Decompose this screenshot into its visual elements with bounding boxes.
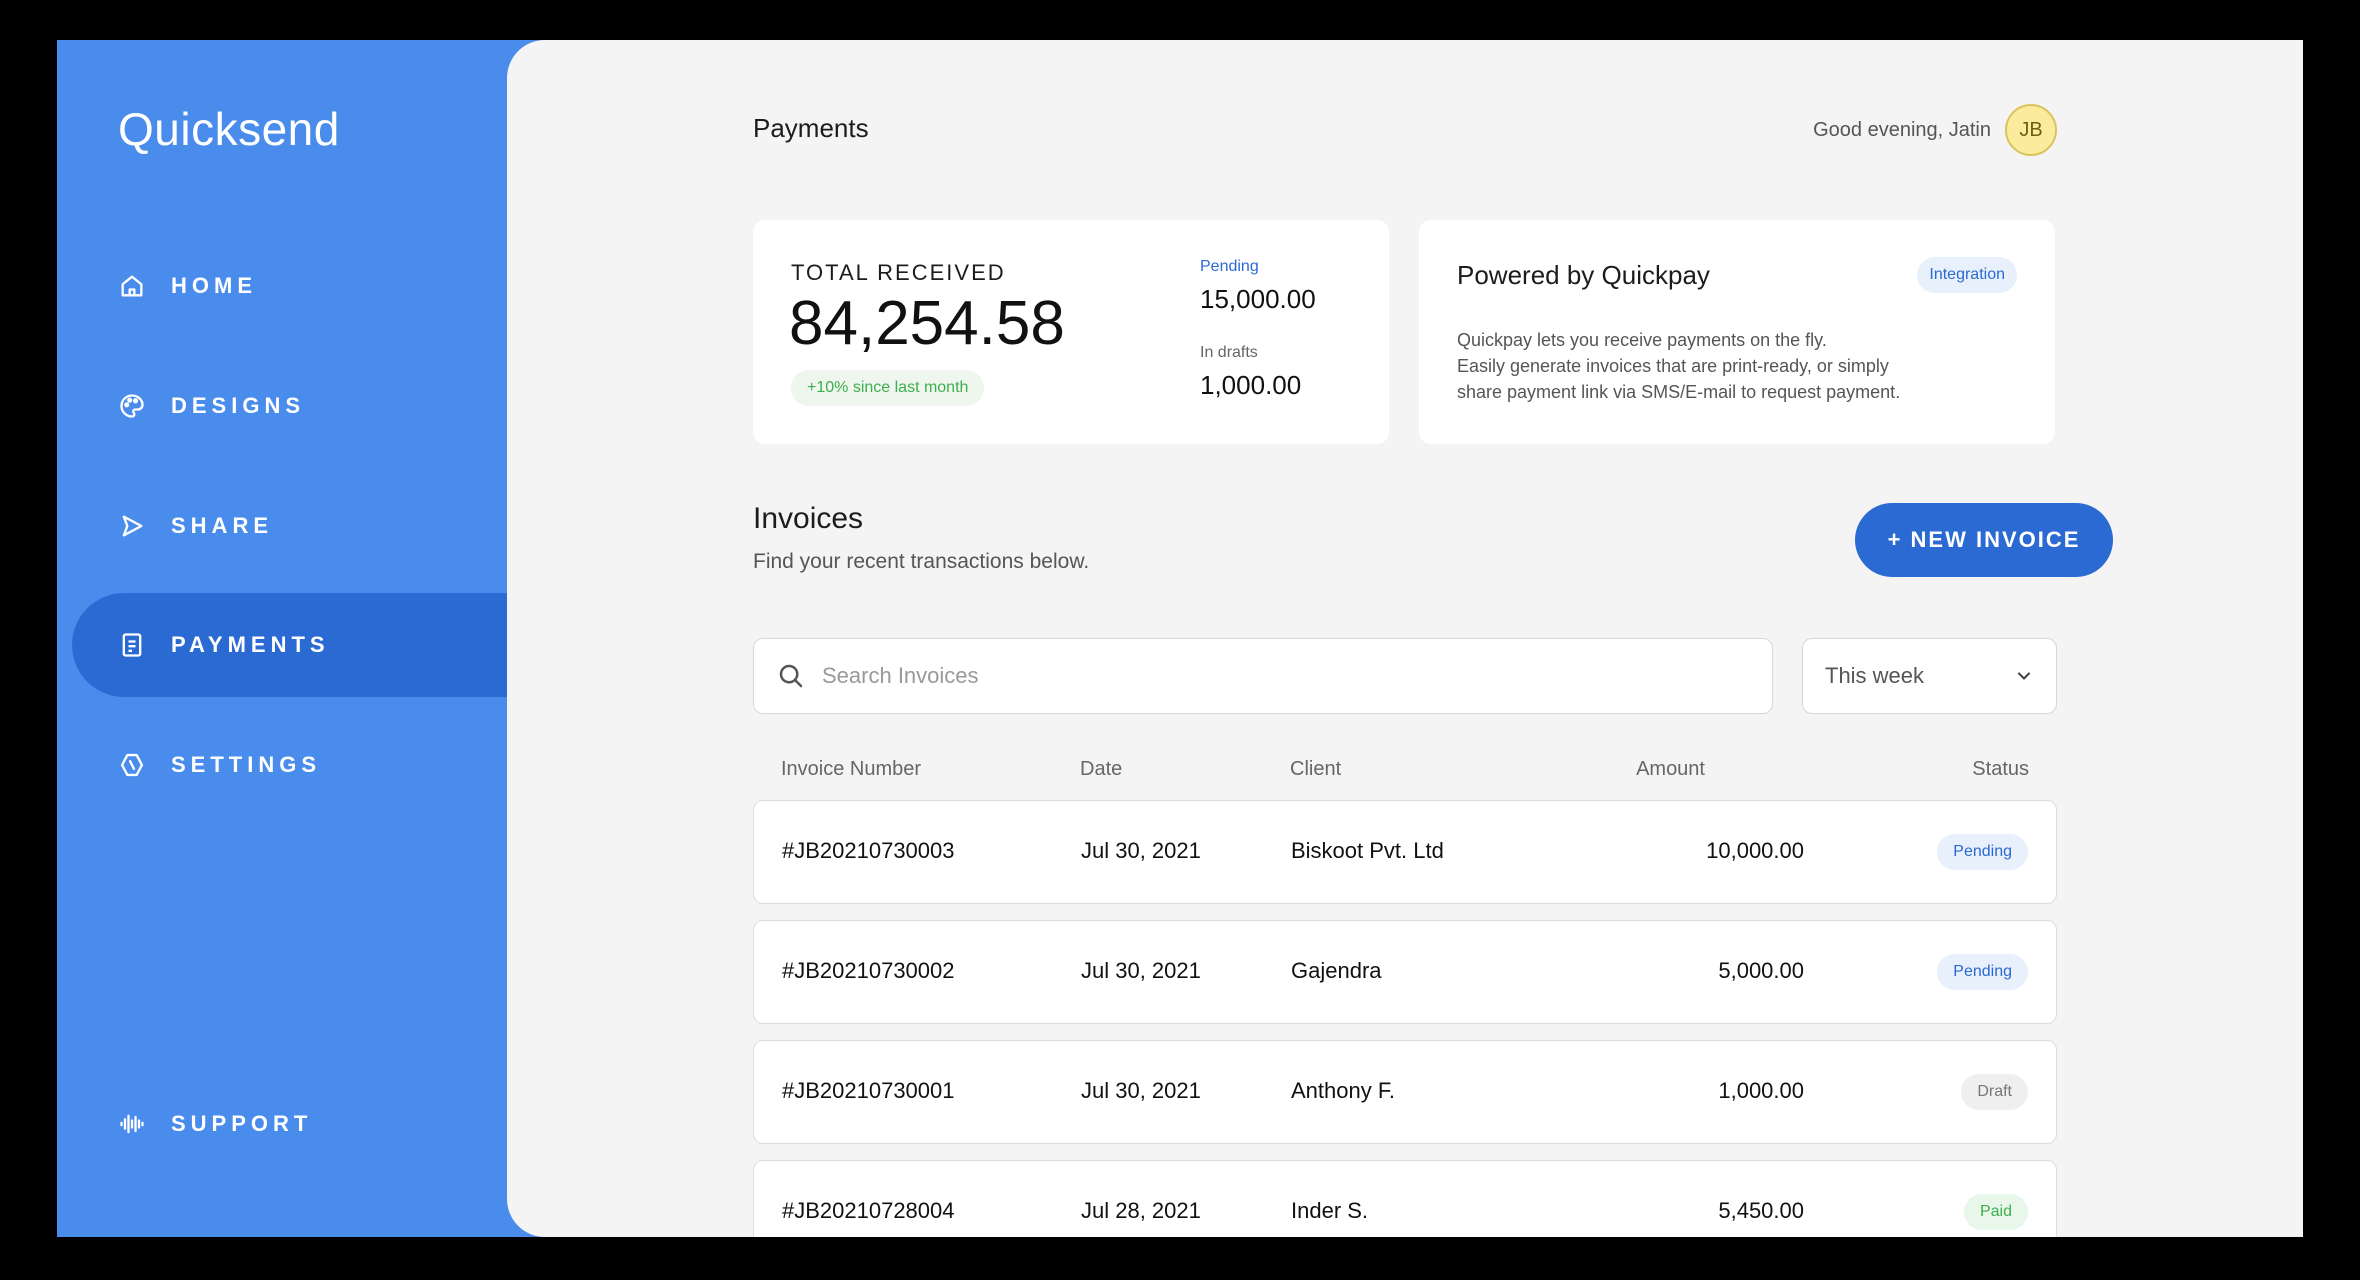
avatar[interactable]: JB xyxy=(2005,104,2057,156)
invoice-amount: 5,000.00 xyxy=(1718,958,1804,983)
page-title: Payments xyxy=(753,113,869,143)
integration-badge[interactable]: Integration xyxy=(1917,257,2017,293)
total-received-card: TOTAL RECEIVED 84,254.58 +10% since last… xyxy=(753,220,1389,444)
status-badge: Draft xyxy=(1961,1074,2028,1110)
column-header-date[interactable]: Date xyxy=(1080,758,1122,781)
home-icon xyxy=(117,271,147,301)
quickpay-description-line: share payment link via SMS/E-mail to req… xyxy=(1457,382,1901,402)
new-invoice-button[interactable]: + NEW INVOICE xyxy=(1855,503,2113,577)
quickpay-title: Powered by Quickpay xyxy=(1457,260,1710,290)
search-icon xyxy=(779,664,803,688)
column-header-status[interactable]: Status xyxy=(1972,758,2029,781)
invoice-number: #JB20210730002 xyxy=(782,958,955,983)
invoice-date: Jul 30, 2021 xyxy=(1081,838,1201,863)
sidebar-item-share[interactable]: SHARE xyxy=(72,474,542,578)
sidebar-item-label: SUPPORT xyxy=(171,1111,313,1136)
invoices-subtitle: Find your recent transactions below. xyxy=(753,550,1090,573)
table-row[interactable]: #JB20210730001 Jul 30, 2021 Anthony F. 1… xyxy=(753,1040,2057,1144)
invoice-amount: 5,450.00 xyxy=(1718,1198,1804,1223)
drafts-label: In drafts xyxy=(1200,344,1258,361)
invoice-amount: 1,000.00 xyxy=(1718,1078,1804,1103)
invoice-date: Jul 30, 2021 xyxy=(1081,958,1201,983)
search-input[interactable] xyxy=(822,663,1722,689)
document-icon xyxy=(117,630,147,660)
date-filter-value: This week xyxy=(1825,663,1925,688)
total-received-value: 84,254.58 xyxy=(789,289,1065,358)
sidebar-item-home[interactable]: HOME xyxy=(72,234,542,338)
growth-badge: +10% since last month xyxy=(791,370,985,406)
user-greeting: Good evening, Jatin JB xyxy=(1813,104,2057,156)
invoice-client: Gajendra xyxy=(1291,958,1382,983)
app-window: Quicksend HOME DESIGNS SHARE PAYMENTS SE… xyxy=(57,40,2303,1237)
pending-value: 15,000.00 xyxy=(1200,284,1316,314)
greeting-text: Good evening, Jatin xyxy=(1813,118,1991,141)
invoice-number: #JB20210730001 xyxy=(782,1078,955,1103)
settings-icon xyxy=(117,750,147,780)
invoice-number: #JB20210728004 xyxy=(782,1198,955,1223)
quickpay-description-line: Quickpay lets you receive payments on th… xyxy=(1457,330,1827,350)
table-row[interactable]: #JB20210730002 Jul 30, 2021 Gajendra 5,0… xyxy=(753,920,2057,1024)
status-badge: Pending xyxy=(1937,954,2028,990)
quickpay-description-line: Easily generate invoices that are print-… xyxy=(1457,356,1889,376)
sidebar-item-label: DESIGNS xyxy=(171,393,306,418)
audio-wave-icon xyxy=(117,1109,147,1139)
sidebar-item-payments[interactable]: PAYMENTS xyxy=(72,593,542,697)
quickpay-description: Quickpay lets you receive payments on th… xyxy=(1457,327,1977,405)
sidebar-item-label: SETTINGS xyxy=(171,752,322,777)
invoice-client: Anthony F. xyxy=(1291,1078,1395,1103)
invoice-client: Biskoot Pvt. Ltd xyxy=(1291,838,1444,863)
sidebar-item-support[interactable]: SUPPORT xyxy=(72,1072,542,1176)
invoice-date: Jul 30, 2021 xyxy=(1081,1078,1201,1103)
table-row[interactable]: #JB20210730003 Jul 30, 2021 Biskoot Pvt.… xyxy=(753,800,2057,904)
sidebar-item-label: HOME xyxy=(171,273,257,298)
total-received-label: TOTAL RECEIVED xyxy=(791,260,1006,285)
main-content: Payments Good evening, Jatin JB TOTAL RE… xyxy=(507,40,2303,1237)
search-box[interactable] xyxy=(753,638,1773,714)
send-icon xyxy=(117,511,147,541)
column-header-client[interactable]: Client xyxy=(1290,758,1341,781)
invoice-client: Inder S. xyxy=(1291,1198,1369,1223)
drafts-value: 1,000.00 xyxy=(1200,370,1302,400)
sidebar-item-settings[interactable]: SETTINGS xyxy=(72,713,542,817)
app-logo: Quicksend xyxy=(118,103,340,155)
sidebar-item-label: PAYMENTS xyxy=(171,632,330,657)
chevron-down-icon xyxy=(2017,672,2031,680)
pending-label: Pending xyxy=(1200,258,1259,275)
sidebar: Quicksend HOME DESIGNS SHARE PAYMENTS SE… xyxy=(57,40,542,1237)
date-filter-select[interactable]: This week xyxy=(1802,638,2057,714)
invoices-title: Invoices xyxy=(753,502,864,535)
invoice-amount: 10,000.00 xyxy=(1706,838,1804,863)
column-header-invoice-number[interactable]: Invoice Number xyxy=(781,758,921,781)
status-badge: Paid xyxy=(1963,1194,2028,1230)
invoice-date: Jul 28, 2021 xyxy=(1081,1198,1201,1223)
sidebar-item-designs[interactable]: DESIGNS xyxy=(72,354,542,458)
invoice-number: #JB20210730003 xyxy=(782,838,955,863)
palette-icon xyxy=(117,391,147,421)
column-header-amount[interactable]: Amount xyxy=(1636,758,1705,781)
quickpay-card: Powered by Quickpay Integration Quickpay… xyxy=(1419,220,2055,444)
sidebar-item-label: SHARE xyxy=(171,513,274,538)
table-row[interactable]: #JB20210728004 Jul 28, 2021 Inder S. 5,4… xyxy=(753,1160,2057,1237)
status-badge: Pending xyxy=(1937,834,2028,870)
